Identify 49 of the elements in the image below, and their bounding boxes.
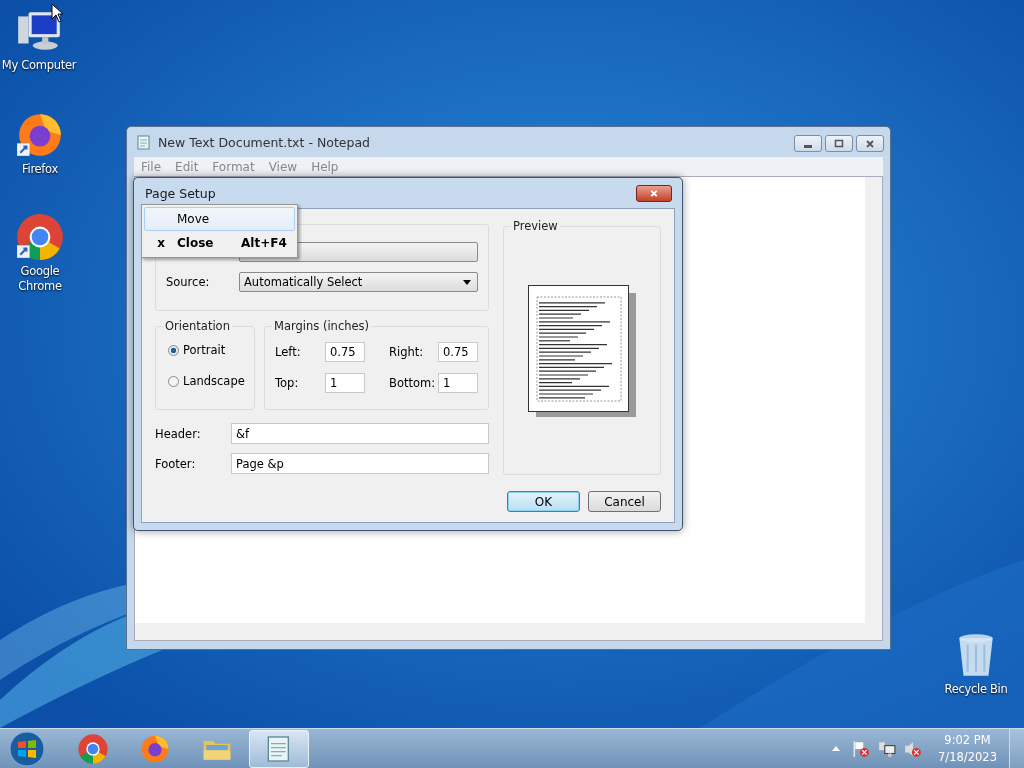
group-label: Preview [511, 219, 560, 233]
dialog-title: Page Setup [145, 185, 216, 201]
maximize-icon [834, 138, 844, 149]
minimize-icon [804, 145, 812, 148]
footer-label: Footer: [155, 456, 197, 471]
desktop-icon-label[interactable]: Firefox [22, 162, 58, 177]
margin-label: Right: [388, 345, 425, 359]
menu-item[interactable]: Move [144, 207, 295, 231]
start-button[interactable] [7, 728, 47, 768]
cursor-icon [51, 3, 63, 23]
window-title: New Text Document.txt - Notepad [158, 134, 371, 150]
vertical-scrollbar[interactable] [865, 177, 882, 623]
desktop-icon-label[interactable]: Recycle Bin [944, 682, 1008, 697]
flag-icon[interactable] [852, 739, 871, 758]
group-label: Margins (inches) [272, 319, 372, 333]
caret-icon [463, 279, 471, 285]
menu-item[interactable]: x Close Alt+F4 [144, 231, 295, 255]
horizontal-scrollbar[interactable] [135, 623, 882, 640]
maximize-button[interactable] [825, 135, 853, 152]
network-icon[interactable] [878, 739, 897, 758]
margin-label: Left: [275, 345, 302, 359]
margin-field[interactable]: 0.75 [438, 342, 478, 362]
notepad-taskbar-button[interactable] [249, 729, 309, 768]
cancel-button[interactable]: Cancel [588, 491, 661, 512]
margin-label: Top: [275, 376, 300, 390]
radio-option[interactable]: Portrait [168, 343, 254, 357]
close-icon [865, 138, 875, 149]
minimize-button[interactable] [794, 135, 822, 152]
close-button[interactable] [856, 135, 884, 152]
chrome-icon[interactable] [15, 212, 65, 262]
footer-field[interactable]: Page &p [231, 453, 489, 474]
ok-button[interactable]: OK [507, 491, 580, 512]
margin-field[interactable]: 0.75 [325, 342, 365, 362]
header-label: Header: [155, 426, 202, 441]
close-button[interactable] [636, 184, 672, 202]
desktop-icon-label[interactable]: Google Chrome [0, 264, 80, 294]
chrome-icon [77, 732, 109, 765]
source-label: Source: [166, 275, 211, 289]
margin-field[interactable]: 1 [325, 373, 365, 393]
header-field[interactable]: &f [231, 423, 489, 444]
close-icon [649, 188, 659, 198]
radio-option[interactable]: Landscape [168, 374, 254, 388]
margin-field[interactable]: 1 [438, 373, 478, 393]
group-label: Orientation [163, 319, 232, 333]
notepad-icon [136, 134, 152, 150]
margin-label: Bottom: [388, 376, 437, 390]
source-dropdown[interactable]: Automatically Select [239, 272, 478, 292]
show-hidden-icons-button[interactable] [832, 746, 841, 751]
desktop-icon-label[interactable]: My Computer [1, 58, 77, 73]
